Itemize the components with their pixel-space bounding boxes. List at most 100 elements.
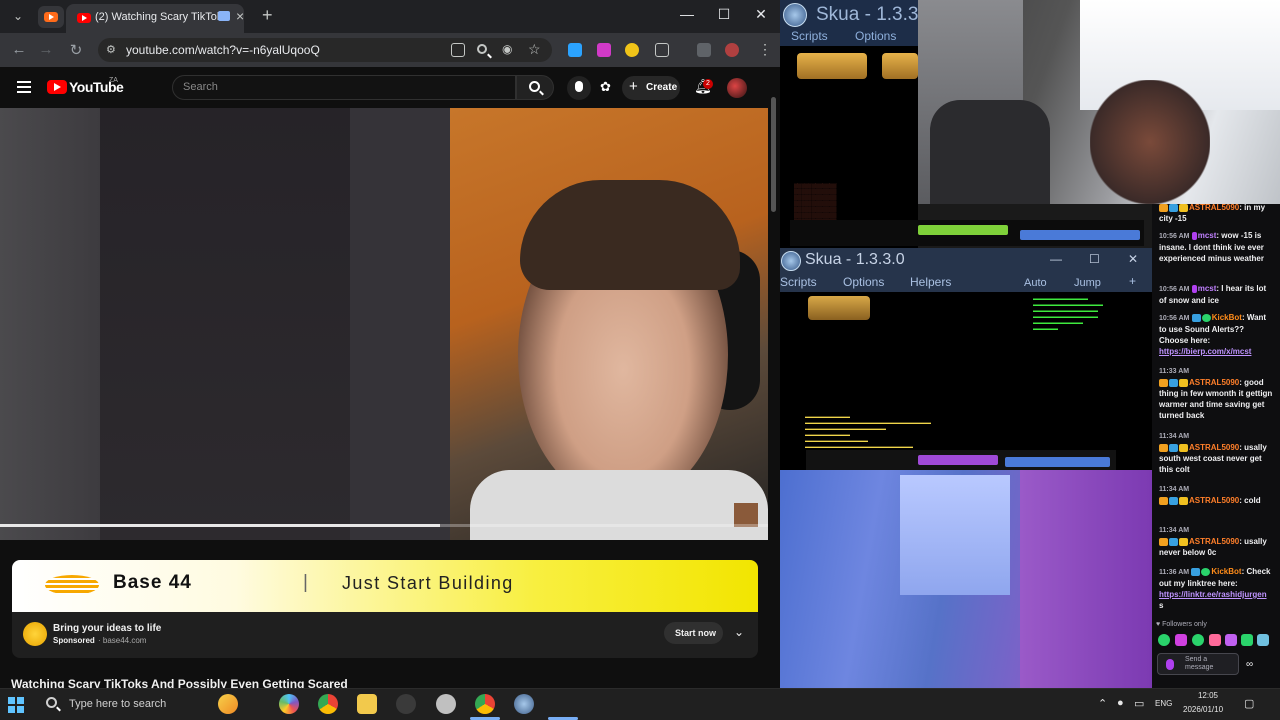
- ad-headline[interactable]: Bring your ideas to life: [53, 623, 161, 634]
- chat-link[interactable]: https://linktr.ee/rashidjurgen: [1159, 590, 1267, 599]
- url-text[interactable]: youtube.com/watch?v=-n6yalUqooQ: [126, 43, 320, 57]
- pinned-tab[interactable]: [38, 6, 64, 28]
- chat-message: 11:33 AM ASTRAL5090: good thing in few wm…: [1159, 365, 1273, 421]
- forward-button[interactable]: →: [36, 41, 56, 58]
- skua-minimize-button[interactable]: —: [1050, 252, 1062, 266]
- extension-3-icon[interactable]: [625, 43, 639, 57]
- bookmark-star-icon[interactable]: ☆: [528, 41, 541, 58]
- ad-brand: Base 44: [113, 572, 192, 593]
- notification-badge: 2: [703, 79, 713, 89]
- gift-badge-icon: [1179, 443, 1188, 452]
- extension-1-icon[interactable]: [568, 43, 582, 57]
- clock-date[interactable]: 2026/01/10: [1183, 705, 1223, 714]
- chrome-taskbar-icon[interactable]: [318, 694, 338, 714]
- quick-bar-2-icon[interactable]: [1005, 457, 1110, 467]
- chat-timestamp: 11:34 AM: [1159, 486, 1190, 493]
- ad-expand-chevron-icon[interactable]: ⌄: [734, 625, 744, 639]
- skua-top-menu-options[interactable]: Options: [855, 29, 896, 43]
- tray-mic-icon[interactable]: ●: [1117, 697, 1124, 709]
- minimize-button[interactable]: —: [672, 6, 702, 22]
- skua-menu-helpers[interactable]: Helpers: [910, 275, 951, 289]
- emote-7-icon[interactable]: [1257, 634, 1269, 646]
- youtube-logo-icon[interactable]: [47, 80, 67, 94]
- copilot-icon[interactable]: [279, 694, 299, 714]
- video-progress-remaining[interactable]: [440, 524, 768, 527]
- hamburger-menu-icon[interactable]: [17, 81, 31, 93]
- skua-menu-jump[interactable]: Jump: [1074, 277, 1101, 289]
- emote-5-icon[interactable]: [1225, 634, 1237, 646]
- extension-gear-icon[interactable]: ✿: [600, 79, 611, 95]
- avatar[interactable]: [727, 78, 747, 98]
- chat-username[interactable]: mcst: [1198, 231, 1217, 240]
- skua-menu-add[interactable]: +: [1129, 274, 1136, 288]
- chat-username[interactable]: ASTRAL5090: [1189, 378, 1239, 387]
- windows-start-icon[interactable]: [8, 697, 24, 713]
- language-indicator[interactable]: ENG: [1155, 699, 1172, 708]
- skill-bar-icon[interactable]: [918, 225, 1008, 235]
- chat-settings-icon[interactable]: ∞: [1246, 659, 1253, 670]
- snipping-tool-icon[interactable]: [436, 694, 456, 714]
- site-info-icon[interactable]: ⚙: [106, 43, 116, 56]
- profile-icon[interactable]: [725, 43, 739, 57]
- mod-badge-icon: [1191, 284, 1197, 293]
- emote-3-icon[interactable]: [1192, 634, 1204, 646]
- emote-6-icon[interactable]: [1241, 634, 1253, 646]
- new-tab-button[interactable]: +: [262, 5, 273, 26]
- voice-search-button[interactable]: [567, 76, 591, 100]
- skua-menu-auto[interactable]: Auto: [1024, 277, 1047, 289]
- tray-overflow-icon[interactable]: ⌃: [1098, 697, 1107, 710]
- advertiser-icon[interactable]: [23, 622, 47, 646]
- taskbar-search-icon[interactable]: [46, 697, 57, 708]
- skua-menu-options[interactable]: Options: [843, 275, 884, 289]
- extensions-puzzle-icon[interactable]: [655, 43, 669, 57]
- install-app-icon[interactable]: [451, 43, 465, 57]
- tab-title: (2) Watching Scary TikToks: [95, 11, 228, 23]
- chat-username[interactable]: ASTRAL5090: [1189, 443, 1239, 452]
- emote-4-icon[interactable]: [1209, 634, 1221, 646]
- chat-username[interactable]: ASTRAL5090: [1189, 203, 1239, 212]
- plus-icon: +: [629, 78, 638, 95]
- skua-maximize-button[interactable]: ☐: [1089, 252, 1100, 266]
- youtube-search-input[interactable]: [172, 75, 516, 100]
- extension-2-icon[interactable]: [597, 43, 611, 57]
- scrollbar-thumb[interactable]: [771, 97, 776, 212]
- chat-link[interactable]: https://bierp.com/x/mcst: [1159, 347, 1251, 356]
- close-button[interactable]: ✕: [746, 6, 776, 23]
- zoom-icon[interactable]: [477, 44, 487, 54]
- tab-close-icon[interactable]: ×: [236, 8, 244, 24]
- maximize-button[interactable]: ☐: [709, 6, 739, 23]
- file-explorer-icon[interactable]: [357, 694, 377, 714]
- emote-1-icon[interactable]: [1158, 634, 1170, 646]
- back-button[interactable]: ←: [9, 41, 29, 58]
- video-progress-played[interactable]: [0, 524, 440, 527]
- chrome-menu-icon[interactable]: ⋮: [758, 41, 772, 58]
- reload-button[interactable]: ↻: [66, 41, 86, 59]
- skua-second-logo-icon: [781, 251, 801, 271]
- skua-top-menu-scripts[interactable]: Scripts: [791, 29, 828, 43]
- chat-mic-icon[interactable]: [1166, 659, 1174, 670]
- taskbar-search-input[interactable]: Type here to search: [69, 698, 166, 710]
- skua-taskbar-icon[interactable]: [514, 694, 534, 714]
- chat-username[interactable]: KickBot: [1212, 313, 1242, 322]
- emote-2-icon[interactable]: [1175, 634, 1187, 646]
- quick-bar-icon[interactable]: [1020, 230, 1140, 240]
- skill-bar-2-icon[interactable]: [918, 455, 998, 465]
- obs-icon[interactable]: [396, 694, 416, 714]
- chat-username[interactable]: ASTRAL5090: [1189, 537, 1239, 546]
- tray-network-icon[interactable]: ▭: [1134, 697, 1144, 710]
- tab-search-chevron-icon[interactable]: ⌄: [6, 6, 30, 26]
- youtube-search-button[interactable]: [516, 75, 554, 100]
- sparkle-app-icon[interactable]: [218, 694, 238, 714]
- chat-username[interactable]: mcst: [1198, 284, 1217, 293]
- skua-close-button[interactable]: ✕: [1128, 252, 1138, 266]
- notification-center-icon[interactable]: ▢: [1244, 697, 1254, 710]
- chat-username[interactable]: ASTRAL5090: [1189, 496, 1239, 505]
- skua-menu-scripts[interactable]: Scripts: [780, 275, 817, 289]
- tracking-eye-icon[interactable]: ◉: [502, 42, 512, 56]
- tab-media-icon[interactable]: [218, 11, 230, 21]
- chat-username[interactable]: KickBot: [1211, 567, 1241, 576]
- chat-timestamp: 10:56 AM: [1159, 315, 1190, 322]
- chrome-2-taskbar-icon[interactable]: [475, 694, 495, 714]
- media-controls-icon[interactable]: [697, 43, 711, 57]
- clock-time[interactable]: 12:05: [1196, 691, 1220, 700]
